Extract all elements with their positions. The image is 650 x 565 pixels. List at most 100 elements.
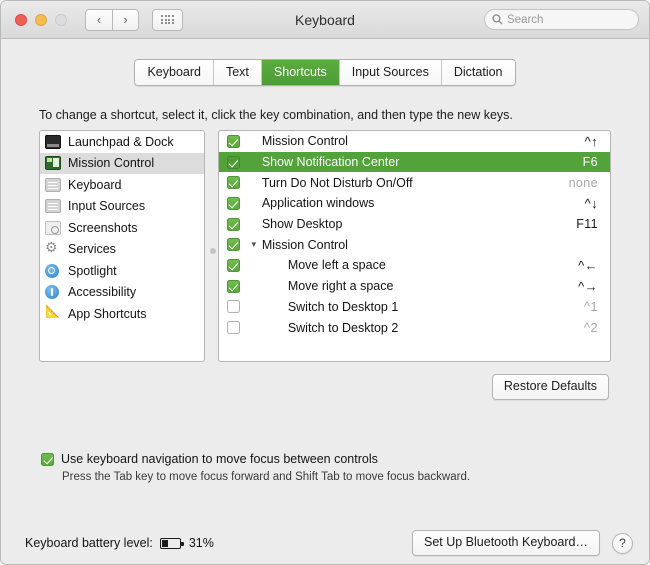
- sidebar-item-mission-control[interactable]: Mission Control: [40, 152, 204, 174]
- keyboard-navigation-section: Use keyboard navigation to move focus be…: [41, 452, 649, 483]
- sidebar-item-label: Keyboard: [68, 177, 122, 192]
- shortcut-key[interactable]: ^←: [578, 258, 610, 273]
- bottom-bar-actions: Set Up Bluetooth Keyboard… ?: [412, 530, 633, 556]
- zoom-button: [55, 13, 67, 26]
- forward-button[interactable]: ›: [112, 8, 139, 31]
- tab-shortcuts[interactable]: Shortcuts: [261, 60, 340, 85]
- restore-defaults-row: Restore Defaults: [1, 374, 609, 400]
- keyboard-icon: [45, 177, 61, 192]
- sidebar-item-label: App Shortcuts: [68, 306, 147, 321]
- disclosure-triangle-icon[interactable]: ▼: [250, 240, 260, 249]
- shortcut-checkbox[interactable]: [226, 279, 240, 293]
- shortcut-label: Mission Control: [261, 134, 348, 149]
- sidebar-item-services[interactable]: Services: [40, 239, 204, 261]
- table-row[interactable]: Application windows ^↓: [219, 193, 610, 214]
- minimize-button[interactable]: [35, 13, 47, 26]
- restore-defaults-button[interactable]: Restore Defaults: [491, 374, 609, 400]
- tab-dictation[interactable]: Dictation: [441, 60, 515, 85]
- bottom-bar: Keyboard battery level: 31% Set Up Bluet…: [1, 522, 649, 564]
- shortcut-key[interactable]: F6: [583, 155, 610, 169]
- instruction-text: To change a shortcut, select it, click t…: [39, 108, 513, 122]
- shortcut-label: Show Notification Center: [261, 155, 400, 170]
- input-sources-icon: [45, 199, 61, 214]
- sidebar-item-label: Screenshots: [68, 220, 138, 235]
- search-input[interactable]: Search: [484, 9, 639, 30]
- tab-bar: Keyboard Text Shortcuts Input Sources Di…: [1, 59, 649, 86]
- grid-dots: [161, 15, 174, 24]
- services-gear-icon: [45, 239, 61, 256]
- sidebar-item-label: Accessibility: [68, 285, 137, 300]
- shortcuts-panels: Launchpad & Dock Mission Control Keyboar…: [39, 130, 611, 362]
- sidebar-item-launchpad-dock[interactable]: Launchpad & Dock: [40, 131, 204, 153]
- sidebar-item-label: Mission Control: [68, 156, 155, 171]
- sidebar-item-label: Spotlight: [68, 263, 117, 278]
- shortcut-key[interactable]: ^2: [584, 320, 610, 335]
- shortcut-label: Switch to Desktop 2: [287, 320, 399, 335]
- battery-icon: [159, 537, 184, 549]
- shortcut-checkbox[interactable]: [226, 300, 240, 314]
- accessibility-icon: [45, 285, 59, 300]
- tab-text[interactable]: Text: [213, 60, 262, 85]
- traffic-lights: [15, 13, 67, 26]
- shortcut-checkbox[interactable]: [226, 196, 240, 210]
- shortcut-key[interactable]: ^→: [578, 279, 610, 294]
- shortcut-checkbox[interactable]: [226, 217, 240, 231]
- tab-input-sources[interactable]: Input Sources: [339, 60, 442, 85]
- sidebar-item-label: Input Sources: [68, 199, 146, 214]
- battery-fill: [161, 539, 168, 547]
- table-row[interactable]: Show Desktop F11: [219, 214, 610, 235]
- app-shortcuts-icon: [45, 304, 61, 321]
- sidebar-item-spotlight[interactable]: Spotlight: [40, 260, 204, 282]
- shortcut-label: Move right a space: [287, 279, 394, 294]
- table-row[interactable]: Switch to Desktop 1 ^1: [219, 297, 610, 318]
- shortcut-group-label: Mission Control: [261, 237, 348, 252]
- shortcut-key[interactable]: ^1: [584, 299, 610, 314]
- sidebar-item-screenshots[interactable]: Screenshots: [40, 217, 204, 239]
- spotlight-icon: [45, 263, 59, 278]
- set-up-bluetooth-keyboard-button[interactable]: Set Up Bluetooth Keyboard…: [412, 530, 600, 556]
- sidebar-item-keyboard[interactable]: Keyboard: [40, 174, 204, 196]
- shortcut-checkbox[interactable]: [226, 238, 240, 252]
- help-button[interactable]: ?: [612, 532, 633, 554]
- shortcut-categories-list[interactable]: Launchpad & Dock Mission Control Keyboar…: [39, 130, 205, 362]
- battery-percent: 31%: [188, 536, 214, 550]
- close-button[interactable]: [15, 13, 27, 26]
- table-row[interactable]: Move right a space ^→: [219, 276, 610, 297]
- table-row[interactable]: Turn Do Not Disturb On/Off none: [219, 172, 610, 193]
- search-icon: [492, 14, 503, 25]
- sidebar-item-label: Launchpad & Dock: [68, 134, 174, 149]
- shortcut-checkbox[interactable]: [226, 321, 240, 335]
- keyboard-navigation-row[interactable]: Use keyboard navigation to move focus be…: [41, 452, 649, 466]
- search-placeholder: Search: [507, 13, 544, 26]
- sidebar-item-app-shortcuts[interactable]: App Shortcuts: [40, 303, 204, 325]
- navigation-buttons: ‹ ›: [85, 8, 139, 31]
- screenshots-icon: [45, 220, 61, 235]
- shortcut-label: Turn Do Not Disturb On/Off: [261, 175, 413, 190]
- shortcut-checkbox[interactable]: [226, 176, 240, 190]
- keyboard-navigation-help-text: Press the Tab key to move focus forward …: [62, 471, 471, 483]
- table-row-group-header[interactable]: ▼ Mission Control: [219, 234, 610, 255]
- shortcut-key[interactable]: F11: [576, 217, 610, 231]
- panel-splitter-handle[interactable]: [210, 248, 216, 254]
- shortcut-key[interactable]: none: [569, 176, 610, 190]
- back-button[interactable]: ‹: [85, 8, 112, 31]
- shortcut-checkbox[interactable]: [226, 155, 240, 169]
- sidebar-item-input-sources[interactable]: Input Sources: [40, 196, 204, 218]
- table-row[interactable]: Move left a space ^←: [219, 255, 610, 276]
- keyboard-navigation-checkbox[interactable]: [41, 452, 54, 466]
- sidebar-item-label: Services: [68, 242, 116, 257]
- shortcut-checkbox[interactable]: [226, 258, 240, 272]
- shortcut-key[interactable]: ^↑: [585, 134, 610, 149]
- sidebar-item-accessibility[interactable]: Accessibility: [40, 282, 204, 304]
- shortcut-key[interactable]: ^↓: [585, 196, 610, 211]
- table-row[interactable]: Switch to Desktop 2 ^2: [219, 317, 610, 338]
- shortcut-label: Show Desktop: [261, 217, 343, 232]
- shortcut-checkbox[interactable]: [226, 134, 240, 148]
- table-row[interactable]: Show Notification Center F6: [218, 151, 610, 173]
- table-row[interactable]: Mission Control ^↑: [219, 131, 610, 152]
- show-all-icon[interactable]: [152, 8, 183, 31]
- shortcut-label: Move left a space: [287, 258, 386, 273]
- shortcuts-list[interactable]: Mission Control ^↑ Show Notification Cen…: [217, 130, 611, 362]
- shortcut-label: Switch to Desktop 1: [287, 299, 399, 314]
- tab-keyboard[interactable]: Keyboard: [135, 60, 214, 85]
